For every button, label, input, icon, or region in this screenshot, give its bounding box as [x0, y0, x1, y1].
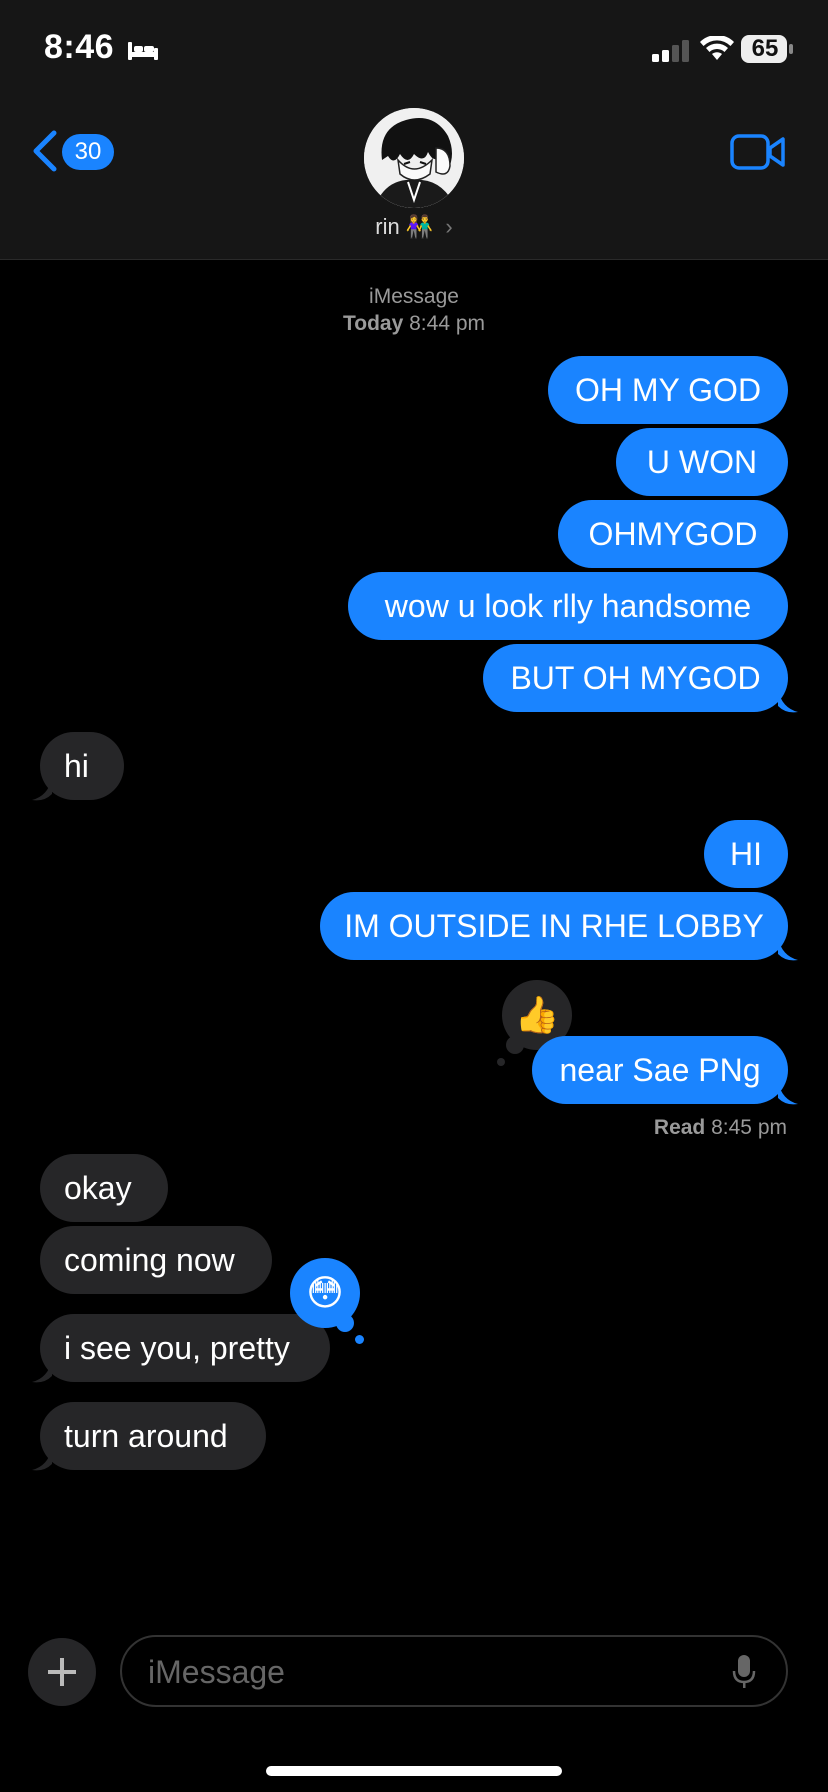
service-label: iMessage	[369, 285, 459, 308]
contact-name-row[interactable]: rin 👫 ›	[0, 214, 828, 240]
bubble-tail	[32, 1360, 52, 1383]
add-attachment-button[interactable]	[28, 1638, 96, 1706]
received-message[interactable]: coming now	[40, 1226, 272, 1294]
reaction-tail-dot	[506, 1036, 524, 1054]
video-call-icon[interactable]	[730, 134, 786, 170]
thread-meta: iMessage Today 8:44 pm	[0, 283, 828, 337]
timestamp-day: Today	[342, 312, 404, 335]
sent-message[interactable]: U WON	[616, 428, 788, 496]
bubble-tail	[32, 778, 52, 801]
received-message[interactable]: turn around	[40, 1402, 266, 1470]
read-label: Read	[653, 1116, 706, 1139]
message-input[interactable]	[146, 1637, 710, 1707]
read-receipt: Read 8:45 pm	[654, 1116, 787, 1140]
message-compose-field[interactable]	[120, 1635, 788, 1707]
contact-name: rin	[375, 214, 400, 239]
chevron-right-icon: ›	[445, 214, 453, 239]
sent-message[interactable]: OHMYGOD	[558, 500, 788, 568]
timestamp-time: 8:44 pm	[409, 312, 486, 335]
contact-emoji: 👫	[405, 214, 434, 239]
thread-timestamp: Today 8:44 pm	[0, 310, 828, 337]
conversation-header: 30 rin 👫 ›	[0, 100, 828, 260]
received-message[interactable]: okay	[40, 1154, 168, 1222]
bubble-tail	[32, 1448, 52, 1471]
bubble-tail	[778, 690, 798, 713]
sent-message[interactable]: HI	[704, 820, 788, 888]
battery-level: 65	[751, 35, 779, 62]
status-bar: 8:46 65	[0, 0, 828, 100]
signal-icon	[652, 40, 689, 62]
reaction-tail-dot	[497, 1058, 505, 1066]
bed-icon	[128, 42, 158, 60]
sent-message[interactable]: wow u look rlly handsome	[348, 572, 788, 640]
read-time: 8:45 pm	[711, 1116, 787, 1139]
unread-count-badge: 30	[62, 134, 114, 170]
bubble-tail	[778, 1082, 798, 1105]
microphone-icon[interactable]	[732, 1655, 756, 1689]
sent-message[interactable]: IM OUTSIDE IN RHE LOBBY	[320, 892, 788, 960]
sent-message[interactable]: BUT OH MYGOD	[483, 644, 788, 712]
received-message[interactable]: i see you, pretty	[40, 1314, 330, 1382]
received-message[interactable]: hi	[40, 732, 124, 800]
sent-message[interactable]: OH MY GOD	[548, 356, 788, 424]
reaction-tail-dot	[355, 1335, 364, 1344]
status-time: 8:46	[44, 28, 115, 66]
home-indicator	[266, 1766, 562, 1776]
wifi-icon	[700, 36, 734, 60]
sent-message[interactable]: near Sae PNg	[532, 1036, 788, 1104]
avatar[interactable]	[364, 108, 464, 208]
back-button[interactable]: 30	[30, 126, 120, 176]
bubble-tail	[778, 938, 798, 961]
avatar-image	[364, 108, 464, 208]
reaction-tail-dot	[336, 1314, 354, 1332]
chevron-left-icon	[33, 130, 57, 172]
